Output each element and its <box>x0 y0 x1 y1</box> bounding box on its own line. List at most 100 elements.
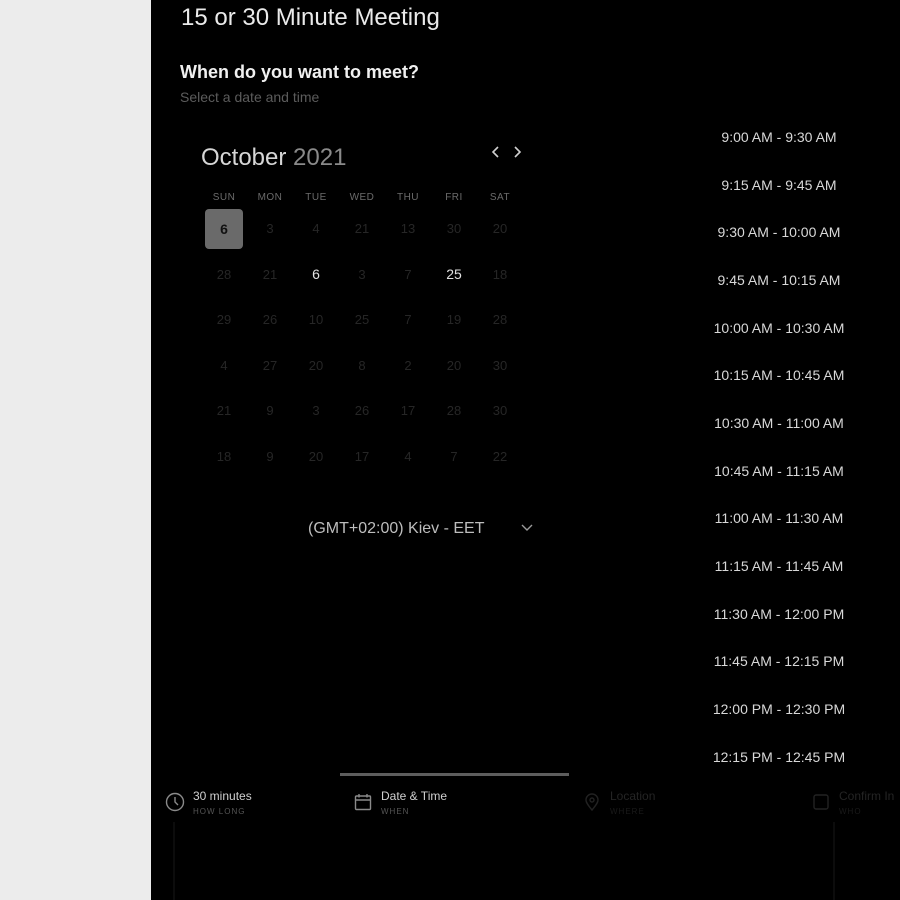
calendar-day: 27 <box>247 343 293 389</box>
calendar-day-number: 10 <box>308 312 324 328</box>
calendar-header: October 2021 <box>201 140 523 176</box>
month-label: October <box>201 144 287 171</box>
calendar-day-number: 20 <box>308 448 324 464</box>
chevron-left-icon <box>491 146 499 158</box>
calendar-day-number: 20 <box>308 357 324 373</box>
calendar-day: 19 <box>431 297 477 343</box>
time-slot-button[interactable]: 10:30 AM - 11:00 AM <box>699 399 859 447</box>
calendar-day-number: 3 <box>358 266 366 282</box>
calendar-day-number: 18 <box>216 448 232 464</box>
calendar-week-row: 29 26 10 25 7 19 28 <box>201 297 523 343</box>
calendar-day-number: 25 <box>446 266 462 283</box>
calendar-day: 3 <box>293 388 339 434</box>
time-slot-button[interactable]: 12:00 PM - 12:30 PM <box>699 685 859 733</box>
calendar-day: 18 <box>477 252 523 298</box>
step-subheading: Select a date and time <box>180 89 320 105</box>
time-slot-button[interactable]: 11:45 AM - 12:15 PM <box>699 638 859 686</box>
calendar-day-selected[interactable]: 6 <box>201 206 247 252</box>
calendar-day: 28 <box>431 388 477 434</box>
calendar-day[interactable]: 6 <box>293 252 339 298</box>
calendar-day[interactable]: 25 <box>431 252 477 298</box>
step-title: Location <box>610 789 656 803</box>
step-title: Date & Time <box>381 789 448 803</box>
calendar-day-number: 8 <box>358 357 366 373</box>
weekday-label: SAT <box>489 192 511 203</box>
calendar-day-number: 22 <box>492 448 508 464</box>
calendar-day: 30 <box>477 343 523 389</box>
time-slot-button[interactable]: 10:45 AM - 11:15 AM <box>699 447 859 495</box>
step-date-time[interactable]: Date & Time WHEN <box>353 788 523 822</box>
step-subtitle: HOW LONG <box>193 807 246 816</box>
step-location[interactable]: Location WHERE <box>582 788 752 822</box>
calendar-day-number: 26 <box>354 403 370 419</box>
calendar-day: 26 <box>247 297 293 343</box>
prev-month-button[interactable] <box>487 144 505 166</box>
calendar-grid: 6 3 4 21 13 30 20 28 21 6 3 7 25 18 29 26 10 25 7 19 28 4 27 20… <box>201 206 523 479</box>
time-slot-button[interactable]: 10:15 AM - 10:45 AM <box>699 351 859 399</box>
chevron-right-icon <box>514 146 522 158</box>
weekday-label: SUN <box>212 192 236 203</box>
year-label: 2021 <box>293 144 347 171</box>
clock-icon <box>165 792 185 812</box>
calendar-day-number: 28 <box>446 403 462 419</box>
calendar-day: 25 <box>339 297 385 343</box>
calendar-day: 4 <box>293 206 339 252</box>
active-step-indicator <box>340 773 569 776</box>
weekday-label: WED <box>349 192 375 203</box>
calendar-week-row: 6 3 4 21 13 30 20 <box>201 206 523 252</box>
time-slot-button[interactable]: 9:00 AM - 9:30 AM <box>699 113 859 161</box>
time-slot-button[interactable]: 11:15 AM - 11:45 AM <box>699 542 859 590</box>
calendar-day-number: 21 <box>354 221 370 237</box>
calendar-day-number: 2 <box>404 357 412 373</box>
time-slot-button[interactable]: 11:00 AM - 11:30 AM <box>699 495 859 543</box>
calendar-week-row: 18 9 20 17 4 7 22 <box>201 434 523 480</box>
next-month-button[interactable] <box>508 144 526 166</box>
calendar-day-number: 3 <box>266 221 274 237</box>
step-confirm[interactable]: Confirm In WHO <box>811 788 900 822</box>
calendar-day: 18 <box>201 434 247 480</box>
calendar-day-number: 30 <box>492 403 508 419</box>
time-slot-button[interactable]: 9:15 AM - 9:45 AM <box>699 161 859 209</box>
timezone-label: (GMT+02:00) Kiev - EET <box>308 520 485 537</box>
step-subtitle: WHO <box>839 807 862 816</box>
progress-steps: 30 minutes HOW LONG Date & Time WHEN Loc… <box>151 770 900 900</box>
scheduler-panel: 15 or 30 Minute Meeting When do you want… <box>151 0 900 900</box>
meeting-title: 15 or 30 Minute Meeting <box>181 4 440 31</box>
calendar-day: 7 <box>385 297 431 343</box>
calendar-day-number: 18 <box>492 266 508 282</box>
calendar-day: 17 <box>385 388 431 434</box>
calendar-day-number: 21 <box>216 403 232 419</box>
calendar-icon <box>354 794 372 811</box>
time-slot-button[interactable]: 11:30 AM - 12:00 PM <box>699 590 859 638</box>
time-slot-button[interactable]: 10:00 AM - 10:30 AM <box>699 304 859 352</box>
calendar-day: 20 <box>293 434 339 480</box>
calendar-day-number: 30 <box>446 221 462 237</box>
step-heading: When do you want to meet? <box>180 62 419 82</box>
calendar-day-number: 30 <box>492 357 508 373</box>
calendar-day-number: 17 <box>354 448 370 464</box>
time-slot-button[interactable]: 9:45 AM - 10:15 AM <box>699 256 859 304</box>
calendar-day-number: 4 <box>404 448 412 464</box>
calendar-day: 13 <box>385 206 431 252</box>
calendar-day: 3 <box>247 206 293 252</box>
calendar-day-number: 4 <box>220 357 228 373</box>
step-subtitle: WHEN <box>381 807 410 816</box>
calendar-day-number: 9 <box>266 403 274 419</box>
calendar-day: 20 <box>477 206 523 252</box>
time-slot-button[interactable]: 9:30 AM - 10:00 AM <box>699 208 859 256</box>
calendar-day: 7 <box>431 434 477 480</box>
calendar-day: 20 <box>293 343 339 389</box>
calendar-day-number: 13 <box>400 221 416 237</box>
weekday-label: FRI <box>445 192 463 203</box>
calendar-day: 9 <box>247 388 293 434</box>
calendar-day: 21 <box>339 206 385 252</box>
weekday-header: SUN MON TUE WED THU FRI SAT <box>201 192 523 203</box>
step-subtitle: WHERE <box>610 807 645 816</box>
weekday-label: MON <box>257 192 283 203</box>
calendar-day-number: 6 <box>205 208 243 249</box>
calendar-day: 22 <box>477 434 523 480</box>
timezone-select[interactable]: (GMT+02:00) Kiev - EET <box>308 518 538 542</box>
decorative-rail <box>173 822 175 900</box>
step-duration[interactable]: 30 minutes HOW LONG <box>165 788 335 822</box>
calendar-day-number: 28 <box>216 266 232 282</box>
